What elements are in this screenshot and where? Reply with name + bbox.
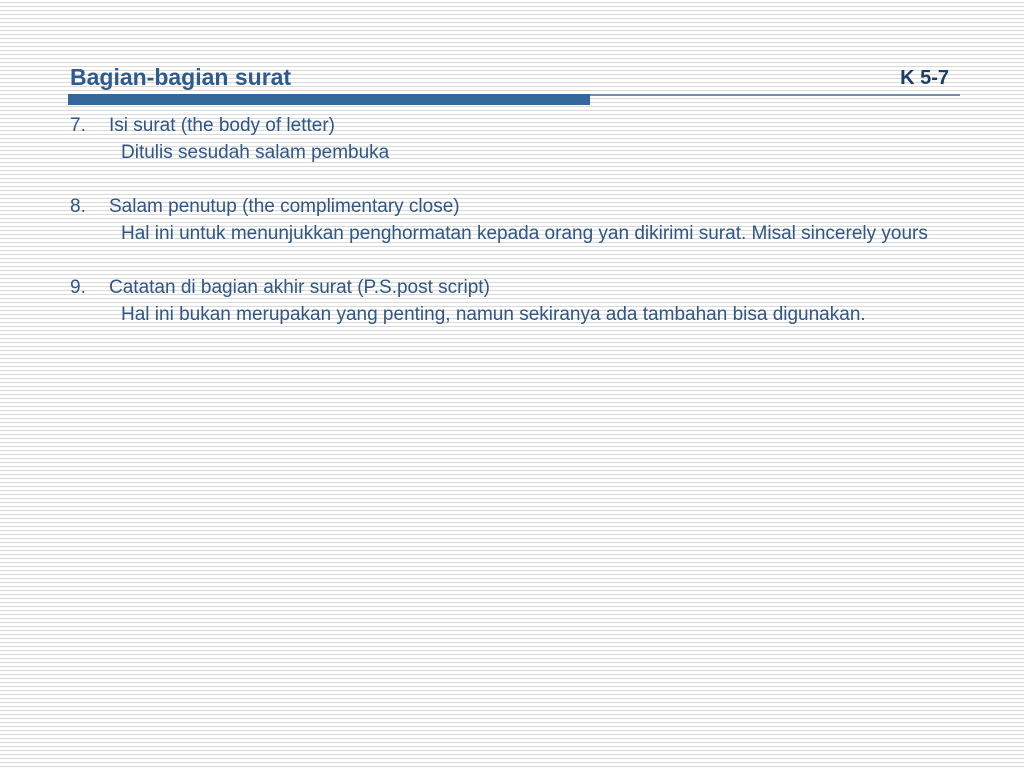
title-underline-thin <box>590 94 960 96</box>
list-item: 8. Salam penutup (the complimentary clos… <box>70 193 968 247</box>
list-item-description: Hal ini untuk menunjukkan penghormatan k… <box>121 223 928 244</box>
list-item-heading: Isi surat (the body of letter) <box>109 115 335 136</box>
list-item-number: 7. <box>70 115 86 136</box>
list-item-description: Hal ini bukan merupakan yang penting, na… <box>121 304 866 325</box>
title-underline-thick <box>68 94 590 105</box>
slide-code: K 5-7 <box>900 67 949 89</box>
list-item-heading: Salam penutup (the complimentary close) <box>109 196 460 217</box>
list-item-number: 8. <box>70 196 86 217</box>
list-item-heading-row: 9. Catatan di bagian akhir surat (P.S.po… <box>70 274 968 301</box>
list-item-number: 9. <box>70 277 86 298</box>
list-item-heading-row: 7. Isi surat (the body of letter) <box>70 112 968 139</box>
list-item-heading-row: 8. Salam penutup (the complimentary clos… <box>70 193 968 220</box>
slide-title: Bagian-bagian surat <box>70 64 292 90</box>
list-item: 9. Catatan di bagian akhir surat (P.S.po… <box>70 274 968 328</box>
list-item: 7. Isi surat (the body of letter) Dituli… <box>70 112 968 166</box>
slide-content: 7. Isi surat (the body of letter) Dituli… <box>70 112 968 355</box>
list-item-heading: Catatan di bagian akhir surat (P.S.post … <box>109 277 490 298</box>
list-item-description: Ditulis sesudah salam pembuka <box>121 142 390 163</box>
